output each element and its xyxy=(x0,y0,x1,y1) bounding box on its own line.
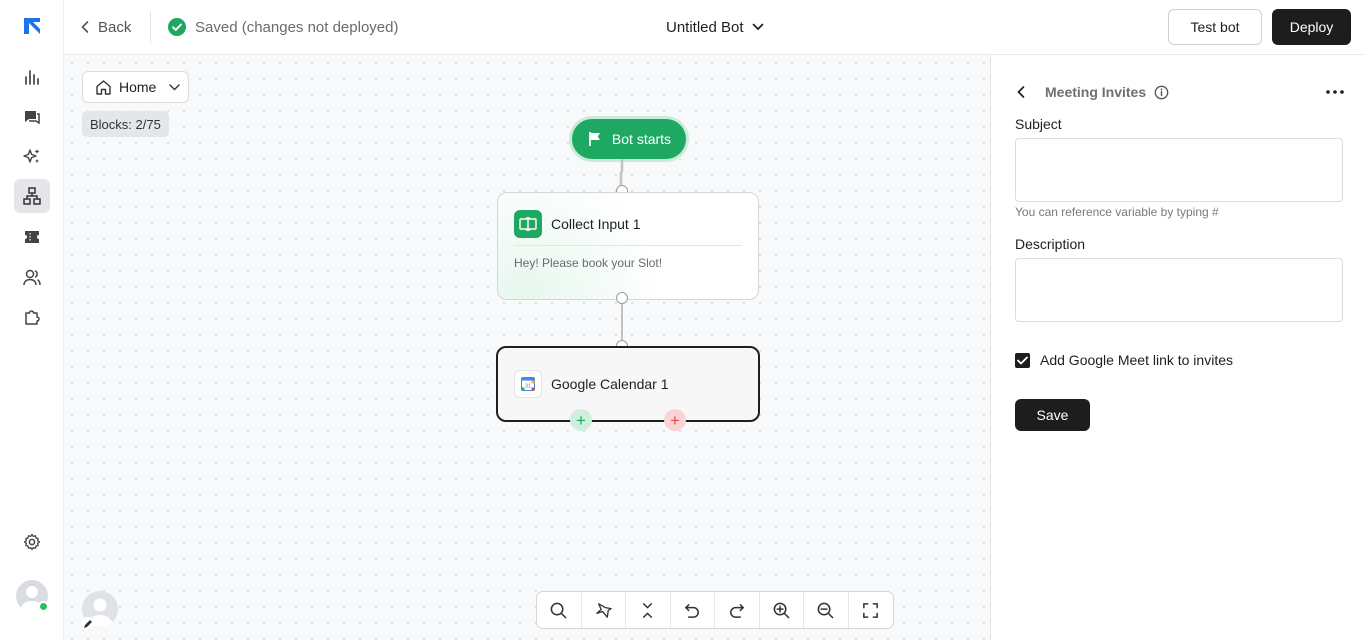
node-connector xyxy=(621,304,623,340)
zoom-in-icon[interactable] xyxy=(760,592,804,628)
input-field-icon xyxy=(514,210,542,238)
pencil-icon[interactable] xyxy=(82,617,94,629)
chevron-left-icon xyxy=(81,21,89,33)
nav-ai-sparkle-icon[interactable] xyxy=(14,140,50,174)
save-status: Saved (changes not deployed) xyxy=(168,16,398,38)
flow-canvas[interactable]: Home Blocks: 2/75 Bot starts Collect Inp… xyxy=(64,55,990,640)
left-rail xyxy=(0,0,64,640)
settings-panel: Meeting Invites Subject You can referenc… xyxy=(990,55,1366,640)
google-calendar-title: Google Calendar 1 xyxy=(551,376,669,392)
description-label: Description xyxy=(1015,236,1086,252)
nav-integrations-puzzle-icon[interactable] xyxy=(14,300,50,334)
description-input[interactable] xyxy=(1015,258,1343,322)
svg-text:31: 31 xyxy=(525,384,531,390)
panel-title: Meeting Invites xyxy=(1045,84,1147,100)
test-bot-button[interactable]: Test bot xyxy=(1168,9,1262,45)
app-logo-icon[interactable] xyxy=(22,16,42,36)
collect-input-node[interactable]: Collect Input 1 Hey! Please book your Sl… xyxy=(497,192,759,300)
undo-icon[interactable] xyxy=(671,592,715,628)
chevron-left-icon[interactable] xyxy=(1015,85,1027,99)
search-icon[interactable] xyxy=(537,592,582,628)
auto-layout-icon[interactable] xyxy=(582,592,626,628)
save-status-text: Saved (changes not deployed) xyxy=(195,18,399,36)
subject-hint: You can reference variable by typing # xyxy=(1015,205,1219,219)
checkmark-icon xyxy=(1017,356,1028,364)
meet-link-option[interactable]: Add Google Meet link to invites xyxy=(1015,352,1233,368)
flow-selector-dropdown[interactable]: Home xyxy=(82,71,189,103)
redo-icon[interactable] xyxy=(715,592,760,628)
collect-input-out-port[interactable] xyxy=(616,292,628,304)
bot-starts-label: Bot starts xyxy=(611,131,672,147)
back-label: Back xyxy=(98,18,132,36)
nav-conversations-icon[interactable] xyxy=(14,100,50,134)
chevron-down-icon xyxy=(169,83,181,90)
nav-analytics-icon[interactable] xyxy=(14,60,50,94)
subject-input[interactable] xyxy=(1015,138,1343,202)
online-status-dot xyxy=(38,601,49,612)
canvas-toolbar xyxy=(536,591,894,629)
collapse-icon[interactable] xyxy=(626,592,671,628)
nav-tickets-icon[interactable] xyxy=(14,220,50,254)
check-circle-icon xyxy=(168,18,186,36)
flow-selector-label: Home xyxy=(119,79,157,95)
blocks-count-badge: Blocks: 2/75 xyxy=(82,111,169,137)
flag-icon xyxy=(589,132,600,146)
bot-name: Untitled Bot xyxy=(666,18,744,36)
zoom-out-icon[interactable] xyxy=(804,592,849,628)
chevron-down-icon xyxy=(752,23,763,31)
meet-link-label: Add Google Meet link to invites xyxy=(1040,352,1233,368)
info-icon[interactable] xyxy=(1154,85,1169,100)
collect-input-title: Collect Input 1 xyxy=(551,216,641,232)
node-divider xyxy=(514,245,742,246)
success-branch-add-icon[interactable]: + xyxy=(570,409,592,431)
home-icon xyxy=(96,79,111,95)
bot-starts-node[interactable]: Bot starts xyxy=(572,119,686,159)
divider xyxy=(150,12,151,43)
top-bar: Back Saved (changes not deployed) Untitl… xyxy=(64,0,1366,55)
fullscreen-icon[interactable] xyxy=(849,592,894,628)
bot-name-dropdown[interactable]: Untitled Bot xyxy=(666,16,764,38)
save-button[interactable]: Save xyxy=(1015,399,1090,431)
nav-settings-gear-icon[interactable] xyxy=(14,525,50,559)
collect-input-message: Hey! Please book your Slot! xyxy=(514,256,663,270)
failure-branch-add-icon[interactable]: + xyxy=(664,409,686,431)
deploy-button[interactable]: Deploy xyxy=(1272,9,1351,45)
nav-contacts-icon[interactable] xyxy=(14,260,50,294)
more-options-icon[interactable] xyxy=(1326,90,1344,94)
google-calendar-icon: 31 xyxy=(514,370,542,398)
meet-link-checkbox[interactable] xyxy=(1015,352,1030,368)
nav-flow-builder-icon[interactable] xyxy=(14,179,50,213)
google-calendar-node[interactable]: 31 Google Calendar 1 xyxy=(496,346,760,422)
back-button[interactable]: Back xyxy=(80,16,131,38)
subject-label: Subject xyxy=(1015,116,1062,132)
